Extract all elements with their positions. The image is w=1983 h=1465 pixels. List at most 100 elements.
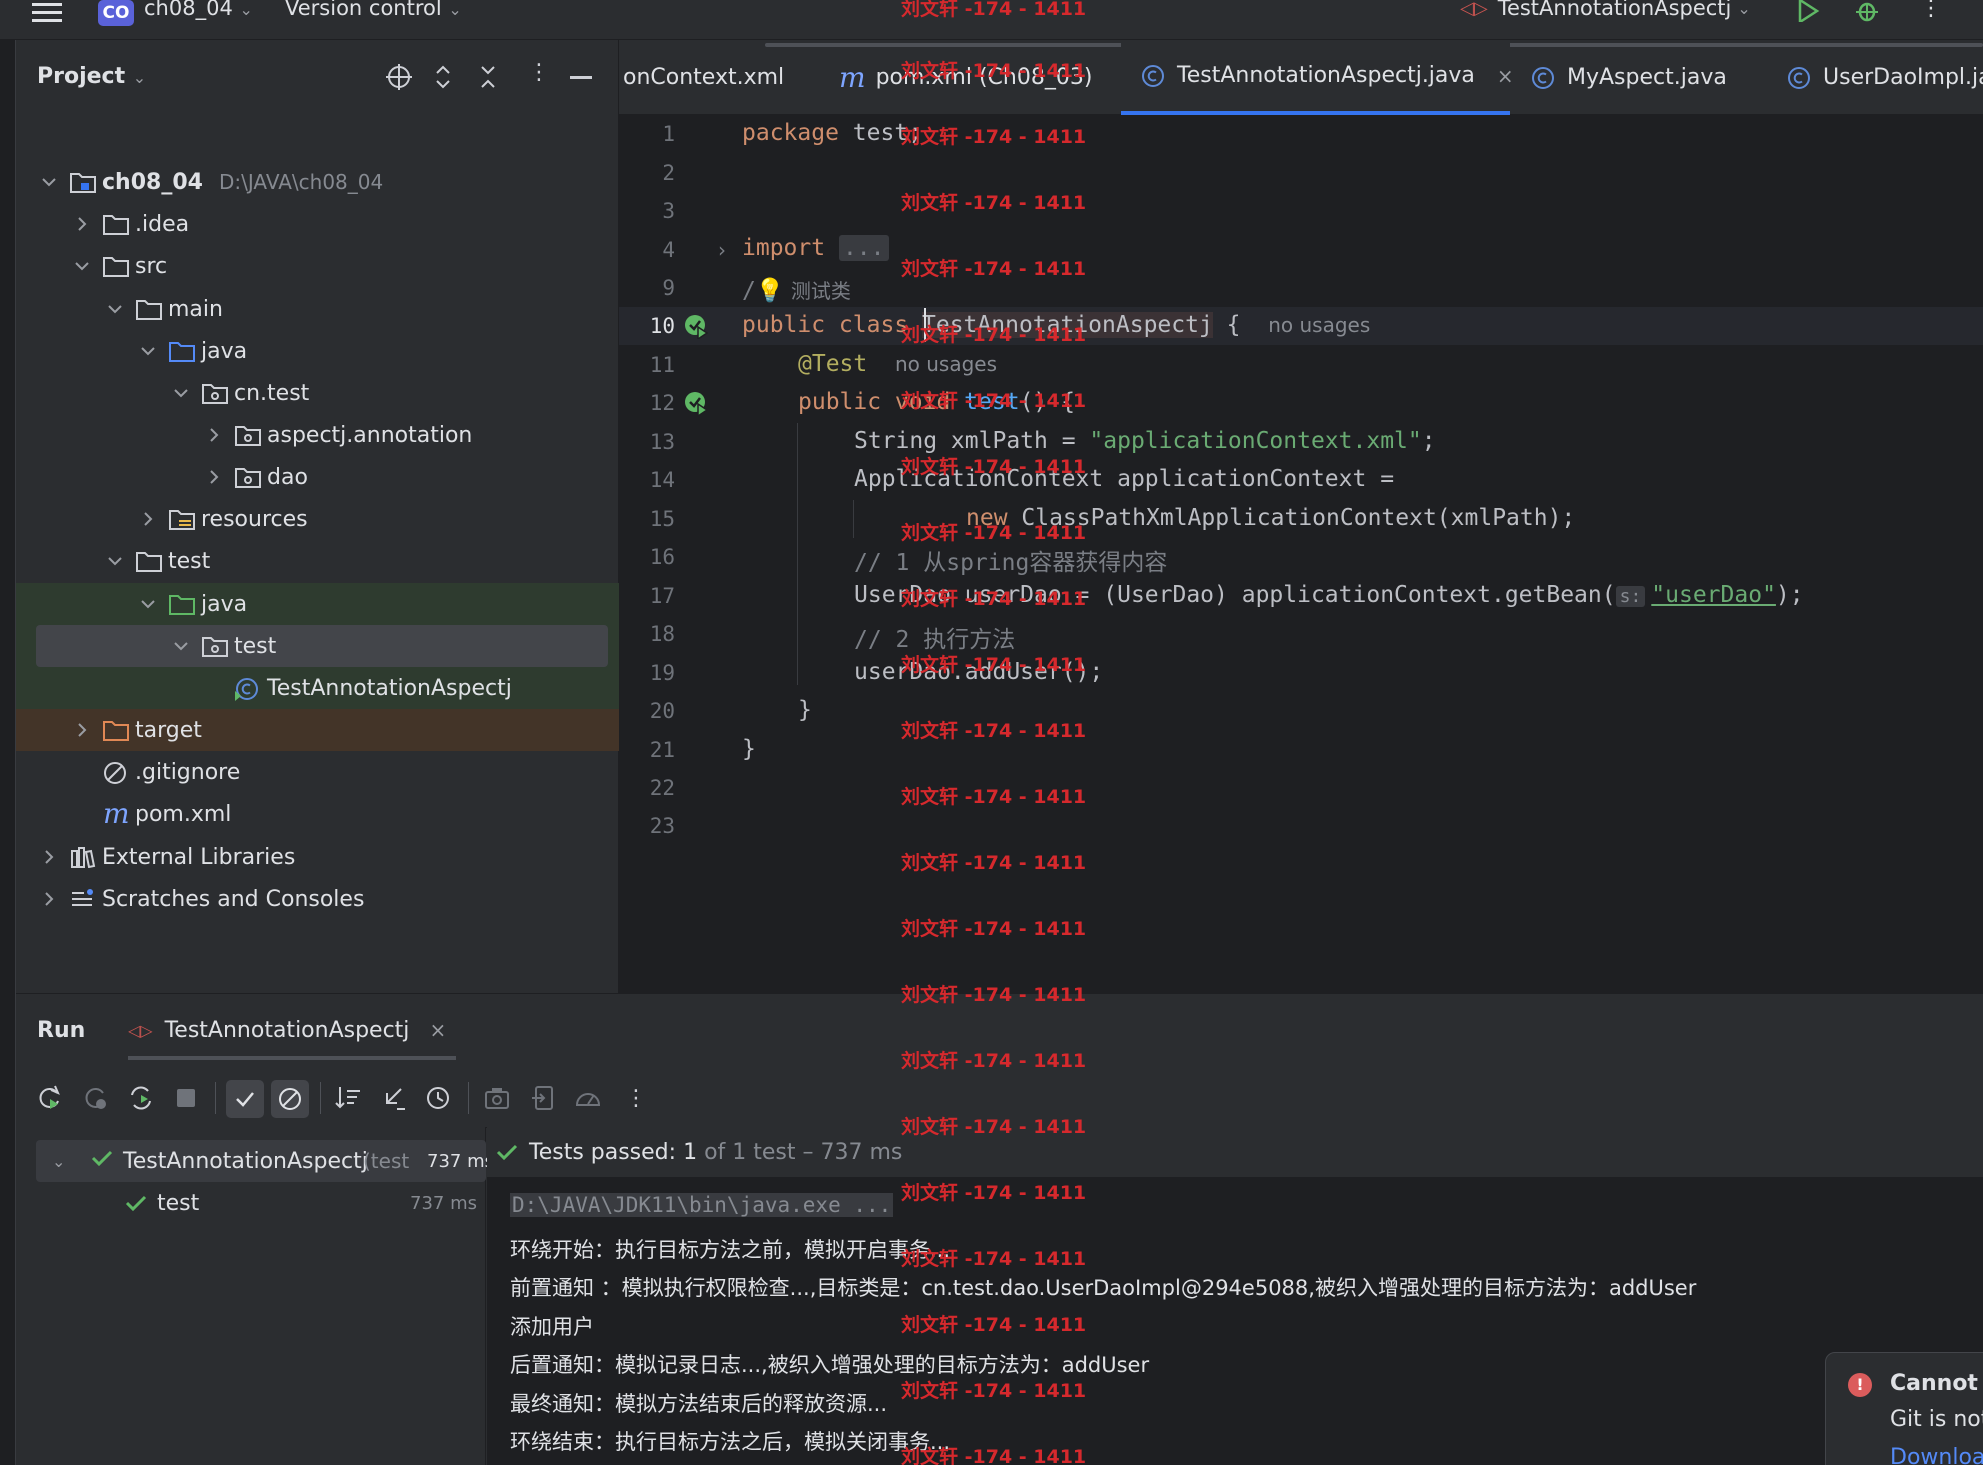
import-tests-icon[interactable] [376, 1080, 412, 1116]
code-line-18[interactable]: // 2 执行方法 [854, 620, 1015, 654]
code-line-21[interactable]: } [742, 736, 756, 762]
tree-item-test[interactable]: test [16, 625, 619, 667]
chevron-down-icon[interactable] [139, 342, 157, 360]
chevron-right-icon[interactable] [73, 721, 91, 739]
chevron-down-icon[interactable] [172, 384, 190, 402]
chevron-right-icon[interactable] [40, 848, 58, 866]
toggle-auto-test-icon[interactable] [123, 1080, 159, 1116]
usages-hint[interactable]: no usages [895, 352, 997, 376]
notification-link[interactable]: Downloa [1890, 1445, 1983, 1465]
code-line-1[interactable]: package test; [742, 120, 922, 146]
code-line-16[interactable]: // 1 从spring容器获得内容 [854, 543, 1167, 577]
code-line-4[interactable]: import ... [742, 235, 889, 261]
line-number[interactable]: 3 [619, 199, 675, 223]
line-number[interactable]: 11 [619, 353, 675, 377]
close-icon[interactable]: × [429, 1018, 446, 1042]
more-options-icon[interactable]: ⋮ [618, 1080, 654, 1116]
line-number[interactable]: 4 [619, 238, 675, 262]
tree-item-aspectj-annotation[interactable]: aspectj.annotation [16, 414, 619, 456]
line-number[interactable]: 13 [619, 430, 675, 454]
folded-imports[interactable]: ... [838, 235, 889, 261]
run-tab[interactable]: ◁▷ TestAnnotationAspectj × [128, 1004, 457, 1060]
line-number[interactable]: 20 [619, 699, 675, 723]
chevron-right-icon[interactable] [205, 426, 223, 444]
code-line-11[interactable]: @Test no usages [798, 351, 997, 377]
line-number[interactable]: 21 [619, 738, 675, 762]
line-number[interactable]: 23 [619, 814, 675, 838]
tree-item-idea[interactable]: .idea [16, 203, 619, 245]
line-number[interactable]: 14 [619, 468, 675, 492]
close-icon[interactable]: × [1497, 64, 1514, 88]
test-row-selected[interactable]: ⌄ TestAnnotationAspectj (test 737 ms [36, 1140, 494, 1182]
chevron-right-icon[interactable] [73, 215, 91, 233]
chevron-down-icon[interactable]: ⌄ [52, 1152, 65, 1171]
line-number[interactable]: 17 [619, 584, 675, 608]
line-number[interactable]: 18 [619, 622, 675, 646]
show-passed-icon[interactable] [226, 1080, 264, 1118]
line-number[interactable]: 22 [619, 776, 675, 800]
tree-item-test[interactable]: test [16, 540, 619, 582]
sort-icon[interactable] [330, 1080, 366, 1116]
history-icon[interactable] [421, 1080, 457, 1116]
screenshot-icon[interactable] [479, 1080, 515, 1116]
rerun-failed-icon[interactable] [78, 1080, 114, 1116]
code-line-9[interactable]: /💡 测试类 [742, 275, 851, 304]
export-icon[interactable] [525, 1080, 561, 1116]
debug-icon[interactable] [1854, 0, 1880, 22]
chevron-down-icon[interactable] [40, 173, 58, 191]
tree-item-dao[interactable]: dao [16, 456, 619, 498]
chevron-right-icon[interactable] [40, 890, 58, 908]
chevron-down-icon[interactable] [73, 257, 91, 275]
run-test-method-icon[interactable] [683, 390, 709, 416]
line-number[interactable]: 12 [619, 391, 675, 415]
stop-icon[interactable] [168, 1080, 204, 1116]
coverage-icon[interactable] [570, 1080, 606, 1116]
tree-item-scratches-and-consoles[interactable]: Scratches and Consoles [16, 878, 619, 920]
lightbulb-icon[interactable]: 💡 [756, 278, 785, 304]
console-command-line[interactable]: D:\JAVA\JDK11\bin\java.exe ... [510, 1193, 894, 1217]
run-config-selector[interactable]: ◁▷ TestAnnotationAspectj ⌄ [1460, 0, 1751, 20]
tree-item-java[interactable]: java [16, 583, 619, 625]
tree-item-java[interactable]: java [16, 330, 619, 372]
tab-testannotationaspectj[interactable]: TestAnnotationAspectj.java × [1121, 40, 1514, 115]
tree-item-main[interactable]: main [16, 288, 619, 330]
line-number[interactable]: 15 [619, 507, 675, 531]
more-icon[interactable]: ⋮ [1920, 0, 1942, 22]
run-icon[interactable] [1795, 0, 1821, 22]
test-row[interactable]: test 737 ms [36, 1182, 486, 1224]
code-line-20[interactable]: } [798, 697, 812, 723]
tree-item-src[interactable]: src [16, 245, 619, 287]
tree-item-cn-test[interactable]: cn.test [16, 372, 619, 414]
tab-userdaoimpl[interactable]: UserDaoImpl.jav [1787, 40, 1983, 115]
project-switcher[interactable]: ch08_04 ⌄ [144, 0, 253, 20]
chevron-down-icon[interactable] [106, 552, 124, 570]
run-test-class-icon[interactable] [683, 313, 709, 339]
tree-item-resources[interactable]: resources [16, 498, 619, 540]
code-line-13[interactable]: String xmlPath = "applicationContext.xml… [854, 428, 1436, 454]
vcs-widget[interactable]: Version control ⌄ [285, 0, 462, 20]
usages-hint[interactable]: no usages [1268, 313, 1370, 337]
show-ignored-icon[interactable] [271, 1080, 309, 1118]
chevron-down-icon[interactable] [139, 595, 157, 613]
fold-chevron-icon[interactable]: › [718, 238, 726, 262]
rerun-icon[interactable] [32, 1080, 68, 1116]
main-menu-icon[interactable] [32, 2, 62, 24]
tree-item-external-libraries[interactable]: External Libraries [16, 836, 619, 878]
notification-balloon[interactable]: ! Cannot R Git is not Downloa [1825, 1352, 1983, 1465]
tree-item-pom-xml[interactable]: m pom.xml [16, 793, 619, 835]
chevron-down-icon[interactable] [106, 300, 124, 318]
line-number[interactable]: 2 [619, 161, 675, 185]
tab-myaspect[interactable]: MyAspect.java [1531, 40, 1727, 115]
tree-item-gitignore[interactable]: .gitignore [16, 751, 619, 793]
chevron-down-icon[interactable] [172, 637, 190, 655]
chevron-right-icon[interactable] [205, 468, 223, 486]
project-badge[interactable]: CO [98, 0, 134, 26]
line-number[interactable]: 9 [619, 276, 675, 300]
chevron-right-icon[interactable] [139, 510, 157, 528]
line-number[interactable]: 10 [619, 314, 675, 338]
tree-item-testannotationaspectj[interactable]: TestAnnotationAspectj [16, 667, 619, 709]
tab-applicationcontext[interactable]: onContext.xml [623, 40, 784, 115]
line-number[interactable]: 16 [619, 545, 675, 569]
line-number[interactable]: 1 [619, 122, 675, 146]
line-number[interactable]: 19 [619, 661, 675, 685]
